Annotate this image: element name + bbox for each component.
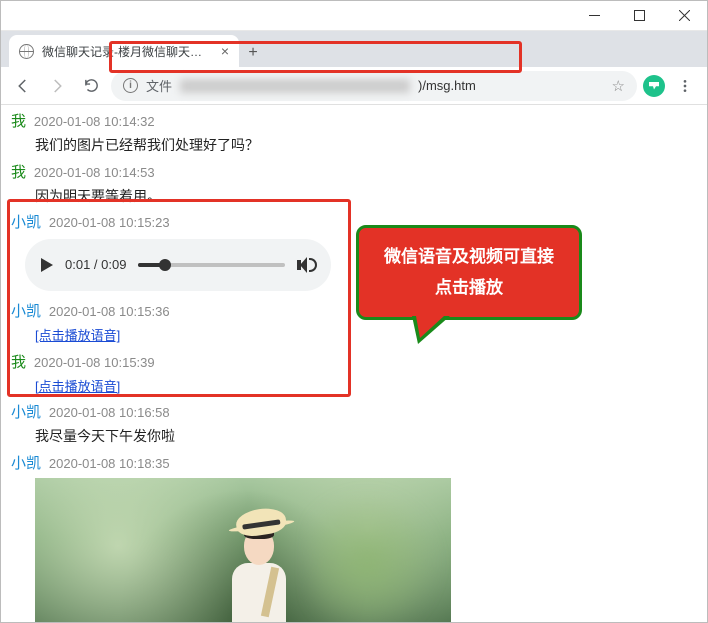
play-voice-link[interactable]: [点击播放语音] — [35, 328, 120, 343]
message-row: 小凯 2020-01-08 10:16:58 我尽量今天下午发你啦 — [11, 402, 697, 447]
sender-name: 我 — [11, 164, 26, 181]
message-timestamp: 2020-01-08 10:15:23 — [49, 215, 170, 230]
callout-line: 点击播放 — [369, 273, 569, 304]
tab-close-icon[interactable]: × — [221, 43, 229, 59]
back-button[interactable] — [9, 72, 37, 100]
message-row: 我 2020-01-08 10:15:39 [点击播放语音] — [11, 352, 697, 397]
page-content: 我 2020-01-08 10:14:32 我们的图片已经帮我们处理好了吗？ 我… — [1, 105, 707, 622]
sender-name: 小凯 — [11, 455, 41, 472]
url-suffix: )/msg.htm — [418, 78, 476, 93]
message-image[interactable] — [35, 478, 451, 622]
audio-time: 0:01 / 0:09 — [65, 256, 126, 274]
annotation-callout: 微信语音及视频可直接 点击播放 — [356, 225, 582, 320]
globe-icon — [19, 44, 34, 59]
extension-icon[interactable] — [643, 75, 665, 97]
sender-name: 小凯 — [11, 303, 41, 320]
seek-bar[interactable] — [138, 263, 285, 267]
url-blurred-segment — [180, 79, 410, 93]
message-text: 因为明天要等着用。 — [35, 187, 697, 207]
maximize-button[interactable] — [617, 1, 662, 31]
message-row: 小凯 2020-01-08 10:18:35 — [11, 453, 697, 622]
forward-button[interactable] — [43, 72, 71, 100]
audio-player[interactable]: 0:01 / 0:09 — [25, 239, 331, 291]
message-timestamp: 2020-01-08 10:18:35 — [49, 456, 170, 471]
sender-name: 我 — [11, 113, 26, 130]
play-voice-link[interactable]: [点击播放语音] — [35, 379, 120, 394]
message-timestamp: 2020-01-08 10:15:39 — [34, 355, 155, 370]
message-timestamp: 2020-01-08 10:15:36 — [49, 304, 170, 319]
message-timestamp: 2020-01-08 10:14:53 — [34, 165, 155, 180]
message-text: 我尽量今天下午发你啦 — [35, 427, 697, 447]
tab-title: 微信聊天记录-楼月微信聊天记录 — [42, 43, 213, 60]
menu-button[interactable] — [671, 72, 699, 100]
sender-name: 我 — [11, 354, 26, 371]
callout-tail-icon — [412, 316, 450, 344]
tab-bar: 微信聊天记录-楼月微信聊天记录 × + — [1, 31, 707, 67]
sender-name: 小凯 — [11, 214, 41, 231]
volume-icon[interactable] — [297, 256, 315, 274]
browser-tab[interactable]: 微信聊天记录-楼月微信聊天记录 × — [9, 35, 239, 67]
message-row: 我 2020-01-08 10:14:32 我们的图片已经帮我们处理好了吗？ — [11, 111, 697, 156]
message-row: 小凯 2020-01-08 10:15:23 0:01 / 0:09 — [11, 212, 697, 291]
address-bar[interactable]: i 文件 )/msg.htm ☆ — [111, 71, 637, 101]
message-timestamp: 2020-01-08 10:16:58 — [49, 405, 170, 420]
bookmark-star-icon[interactable]: ☆ — [612, 77, 625, 95]
close-button[interactable] — [662, 1, 707, 31]
url-scheme-label: 文件 — [146, 76, 172, 95]
minimize-button[interactable] — [572, 1, 617, 31]
callout-line: 微信语音及视频可直接 — [369, 242, 569, 273]
play-icon[interactable] — [41, 258, 53, 272]
new-tab-button[interactable]: + — [239, 39, 267, 67]
message-text: 我们的图片已经帮我们处理好了吗？ — [35, 136, 697, 156]
message-row: 我 2020-01-08 10:14:53 因为明天要等着用。 — [11, 162, 697, 207]
sender-name: 小凯 — [11, 404, 41, 421]
message-row: 小凯 2020-01-08 10:15:36 [点击播放语音] — [11, 301, 697, 346]
info-icon[interactable]: i — [123, 78, 138, 93]
browser-toolbar: i 文件 )/msg.htm ☆ — [1, 67, 707, 105]
window-titlebar — [1, 1, 707, 31]
message-timestamp: 2020-01-08 10:14:32 — [34, 114, 155, 129]
reload-button[interactable] — [77, 72, 105, 100]
